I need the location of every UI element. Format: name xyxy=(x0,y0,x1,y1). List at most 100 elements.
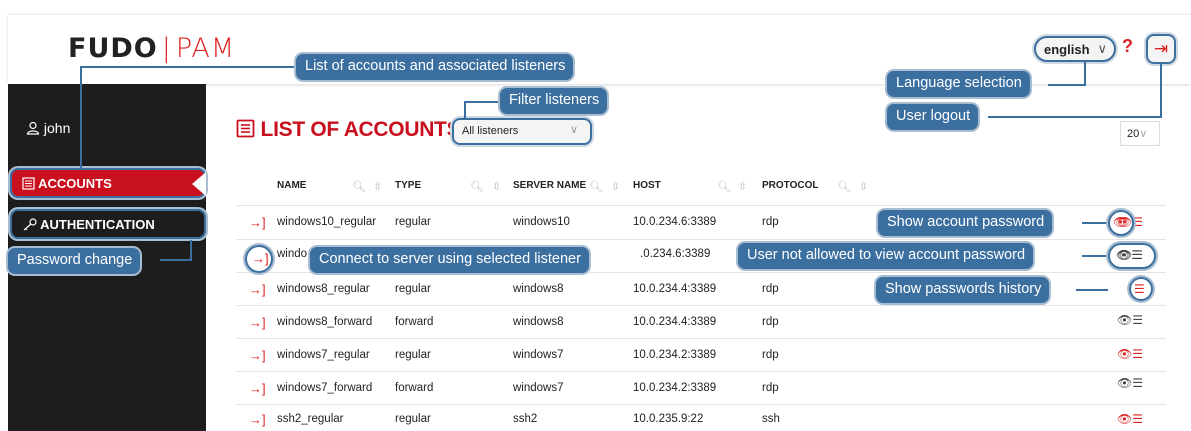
eye-icon[interactable]: 👁︎ xyxy=(1113,215,1128,229)
column-header-name[interactable]: NAME xyxy=(277,180,306,191)
user-icon xyxy=(26,121,40,135)
callout-line xyxy=(190,240,192,261)
column-header-protocol[interactable]: PROTOCOL xyxy=(762,180,818,191)
fudo-pam-logo: FUDO | PAM xyxy=(68,33,235,64)
callout-line xyxy=(464,101,466,119)
sidebar-item-accounts[interactable]: ACCOUNTS xyxy=(10,168,206,198)
search-icon[interactable]: 🔍︎ xyxy=(837,180,851,193)
language-value: english xyxy=(1044,42,1090,57)
connect-icon[interactable]: →] xyxy=(252,251,269,266)
sort-icon[interactable]: ⇳ xyxy=(859,180,868,193)
show-password-icon[interactable]: 👁︎☰ xyxy=(1117,347,1143,361)
logo-separator: | xyxy=(161,33,172,64)
cell-host: 10.0.234.4:3389 xyxy=(633,283,717,295)
callout-line xyxy=(1076,289,1108,291)
user-name: john xyxy=(43,120,71,136)
cell-host: 10.0.234.4:3389 xyxy=(633,316,717,328)
callout-history: Show passwords history xyxy=(876,277,1050,303)
connect-icon[interactable]: →] xyxy=(249,381,266,396)
column-label: SERVER NAME xyxy=(513,180,587,191)
filter-value: All listeners xyxy=(462,125,519,137)
search-icon[interactable]: 🔍︎ xyxy=(470,180,484,193)
callout-line xyxy=(1048,84,1086,86)
row-divider xyxy=(236,371,1166,372)
connect-icon[interactable]: →] xyxy=(249,412,266,427)
sort-icon[interactable]: ⇳ xyxy=(738,180,747,193)
callout-line xyxy=(988,116,1162,118)
connect-icon[interactable]: →] xyxy=(249,282,266,297)
callout-show-password: Show account password xyxy=(878,210,1053,236)
row-divider xyxy=(236,404,1166,405)
cell-server: windows8 xyxy=(513,316,564,328)
callout-line xyxy=(464,101,504,103)
cell-server: windows7 xyxy=(513,382,564,394)
callout-logout: User logout xyxy=(887,104,979,130)
column-header-type[interactable]: TYPE xyxy=(395,180,421,191)
column-header-server-name[interactable]: SERVER NAME xyxy=(513,180,586,191)
cell-protocol: rdp xyxy=(762,316,779,328)
password-not-allowed-icon: 👁︎☰ xyxy=(1117,313,1143,327)
cell-name: windows7_regular xyxy=(277,349,370,361)
language-select[interactable]: english ∨ xyxy=(1034,36,1116,62)
page-title-text: LIST OF ACCOUNTS xyxy=(260,118,461,141)
callout-password-change: Password change xyxy=(8,248,141,274)
sidebar-item-label: ACCOUNTS xyxy=(38,176,112,191)
search-icon[interactable]: 🔍︎ xyxy=(717,180,731,193)
cell-host: 10.0.234.6:3389 xyxy=(633,216,717,228)
chevron-down-icon: ∨ xyxy=(569,124,578,136)
row-divider xyxy=(236,305,1166,306)
cell-type: forward xyxy=(395,316,434,328)
chevron-down-icon: ∨ xyxy=(1097,41,1107,56)
sort-icon[interactable]: ⇳ xyxy=(611,180,620,193)
cell-protocol: rdp xyxy=(762,216,779,228)
page-title: LIST OF ACCOUNTS xyxy=(236,118,461,142)
callout-line xyxy=(1082,255,1108,257)
callout-line xyxy=(160,259,192,261)
callout-language: Language selection xyxy=(887,71,1030,97)
sidebar-item-authentication[interactable]: AUTHENTICATION xyxy=(10,209,206,239)
cell-server: windows7 xyxy=(513,349,564,361)
connect-icon[interactable]: →] xyxy=(249,348,266,363)
page-size-select[interactable]: 20∨ xyxy=(1120,121,1160,146)
show-password-icon[interactable]: 👁︎☰ xyxy=(1117,412,1143,426)
cell-host: 10.0.234.2:3389 xyxy=(633,382,717,394)
column-header-host[interactable]: HOST xyxy=(633,180,661,191)
password-history-icon[interactable]: ☰ xyxy=(1134,282,1145,296)
callout-connect: Connect to server using selected listene… xyxy=(310,247,589,273)
cell-protocol: rdp xyxy=(762,283,779,295)
row-divider xyxy=(236,239,1166,240)
cell-server: ssh2 xyxy=(513,413,538,425)
callout-not-allowed: User not allowed to view account passwor… xyxy=(738,243,1034,269)
callout-line xyxy=(80,66,297,68)
logo-subtext: PAM xyxy=(175,33,236,64)
search-icon[interactable]: 🔍︎ xyxy=(589,180,603,193)
cell-name: windows10_regular xyxy=(277,216,377,228)
cell-name: windows8_regular xyxy=(277,283,370,295)
callout-line xyxy=(1160,64,1162,118)
active-pointer xyxy=(192,172,206,196)
callout-line xyxy=(80,66,82,170)
listener-filter-select[interactable]: All listeners ∨ xyxy=(452,118,592,145)
sort-icon[interactable]: ⇳ xyxy=(492,180,501,193)
cell-type: forward xyxy=(395,382,434,394)
row-divider xyxy=(236,338,1166,339)
search-icon[interactable]: 🔍︎ xyxy=(352,180,366,193)
sort-icon[interactable]: ⇳ xyxy=(373,180,382,193)
callout-line xyxy=(1082,222,1108,224)
column-label: NAME xyxy=(277,180,307,191)
cell-name: windows7_forward xyxy=(277,382,373,394)
column-label: TYPE xyxy=(395,180,422,191)
cell-type: regular xyxy=(395,216,431,228)
logout-button[interactable]: ⇥ xyxy=(1146,34,1176,64)
cell-type: regular xyxy=(395,349,431,361)
callout-filter: Filter listeners xyxy=(500,88,608,114)
cell-name: windo xyxy=(277,248,308,260)
key-icon xyxy=(23,218,37,231)
cell-host: 10.0.234.2:3389 xyxy=(633,349,717,361)
list-icon xyxy=(22,177,35,190)
eye-icon: 👁︎☰ xyxy=(1116,248,1142,262)
connect-icon[interactable]: →] xyxy=(249,215,266,230)
column-label: HOST xyxy=(633,180,661,191)
help-icon[interactable]: ? xyxy=(1122,36,1133,57)
connect-icon[interactable]: →] xyxy=(249,315,266,330)
